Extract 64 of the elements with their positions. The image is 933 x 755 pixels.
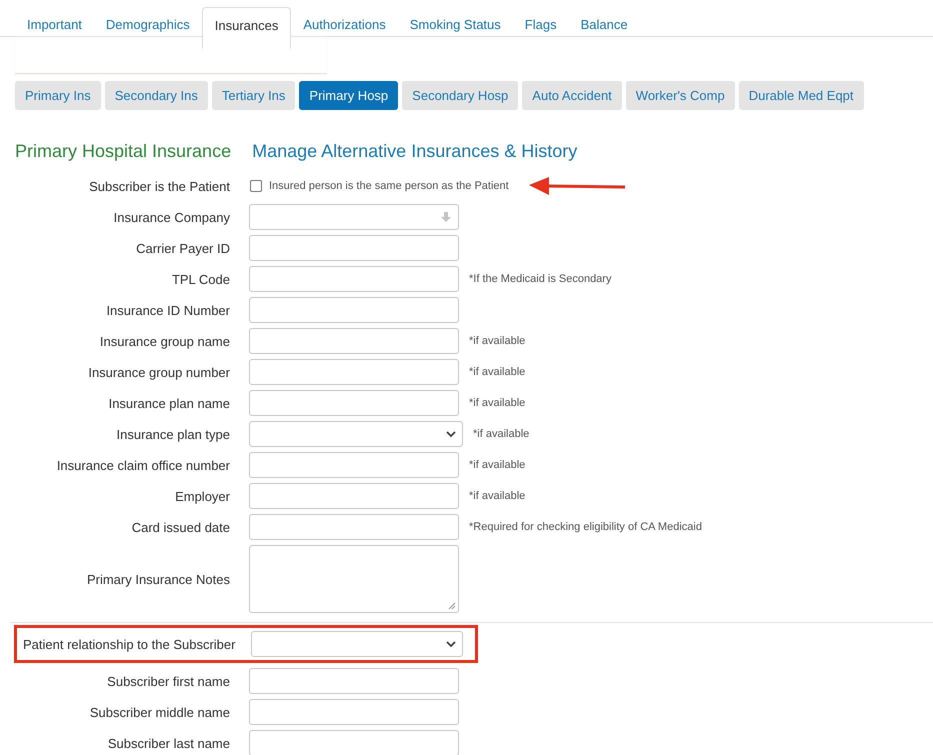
field-label: Insurance claim office number — [56, 458, 231, 472]
input-field[interactable] — [249, 699, 459, 725]
resize-grip-icon — [448, 602, 456, 610]
field-hint: *if available — [473, 428, 530, 440]
field-label: TPL Code — [170, 272, 231, 286]
tab[interactable]: Smoking Status — [398, 7, 513, 46]
field-label: Insurance ID Number — [105, 302, 231, 318]
tab[interactable]: Authorizations — [291, 7, 398, 46]
field-label: Subscriber last name — [106, 736, 231, 750]
down-arrow-icon — [440, 211, 452, 223]
manage-link[interactable]: Manage Alternative Insurances & History — [252, 141, 578, 162]
input-field[interactable] — [249, 514, 459, 540]
sub-tab[interactable]: Secondary Hosp — [402, 81, 518, 110]
chevron-down-icon — [446, 430, 456, 438]
sub-tab[interactable]: Primary Ins — [15, 81, 101, 110]
insurance-company-field[interactable] — [249, 204, 459, 230]
field-label: Subscriber middle name — [88, 704, 231, 720]
input-field[interactable] — [249, 297, 459, 323]
input-field[interactable] — [249, 730, 459, 755]
field-hint: *If the Medicaid is Secondary — [469, 273, 612, 285]
input-field[interactable] — [249, 235, 459, 261]
checkbox[interactable] — [250, 180, 262, 192]
field-label: Card issued date — [130, 520, 231, 534]
sub-tab[interactable]: Durable Med Eqpt — [738, 81, 864, 110]
field-hint: *if available — [469, 335, 526, 347]
checkbox-label: Insured person is the same person as the Patient — [269, 180, 509, 192]
sub-tab[interactable]: Auto Accident — [522, 81, 622, 110]
input-field[interactable] — [249, 452, 459, 478]
dropdown[interactable] — [251, 631, 464, 657]
field-label: Insurance group number — [87, 364, 231, 380]
notes-field[interactable] — [249, 545, 459, 613]
chevron-down-icon — [446, 640, 456, 648]
input-field[interactable] — [249, 390, 459, 416]
field-label: Insurance plan type — [116, 426, 231, 442]
tab[interactable]: Flags — [512, 7, 569, 46]
field-label: Carrier Payer ID — [135, 240, 231, 256]
tab[interactable]: Balance — [568, 7, 640, 46]
field-label: Employer — [174, 488, 231, 504]
field-label: Subscriber first name — [106, 674, 231, 688]
section-heading: Primary Hospital Insurance — [15, 141, 232, 162]
input-field[interactable] — [249, 483, 459, 509]
field-hint: *Required for checking eligibility of CA Medicaid — [469, 521, 702, 533]
sub-tab[interactable]: Secondary Ins — [104, 81, 208, 110]
field-hint: *if available — [469, 490, 526, 502]
input-field[interactable] — [249, 328, 459, 354]
field-hint: *if available — [469, 459, 526, 471]
field-hint: *if available — [469, 366, 526, 378]
input-field[interactable] — [249, 266, 459, 292]
sub-tab[interactable]: Worker's Comp — [626, 81, 735, 110]
field-label: Patient relationship to the Subscriber — [22, 636, 236, 652]
field-label: Primary Insurance Notes — [86, 572, 231, 586]
tab[interactable]: Insurances — [202, 7, 292, 49]
tab[interactable]: Demographics — [94, 7, 202, 46]
field-hint: *if available — [469, 397, 526, 409]
sub-tab[interactable]: Primary Hosp — [299, 81, 398, 110]
tab[interactable]: Important — [15, 7, 94, 46]
field-label: Insurance group name — [98, 334, 231, 348]
field-label: Insurance Company — [112, 210, 231, 224]
input-field[interactable] — [249, 359, 459, 385]
dropdown[interactable] — [249, 421, 463, 447]
field-label: Subscriber is the Patient — [88, 178, 231, 194]
input-field[interactable] — [249, 668, 459, 694]
field-label: Insurance plan name — [108, 396, 231, 410]
sub-tab[interactable]: Tertiary Ins — [212, 81, 296, 110]
